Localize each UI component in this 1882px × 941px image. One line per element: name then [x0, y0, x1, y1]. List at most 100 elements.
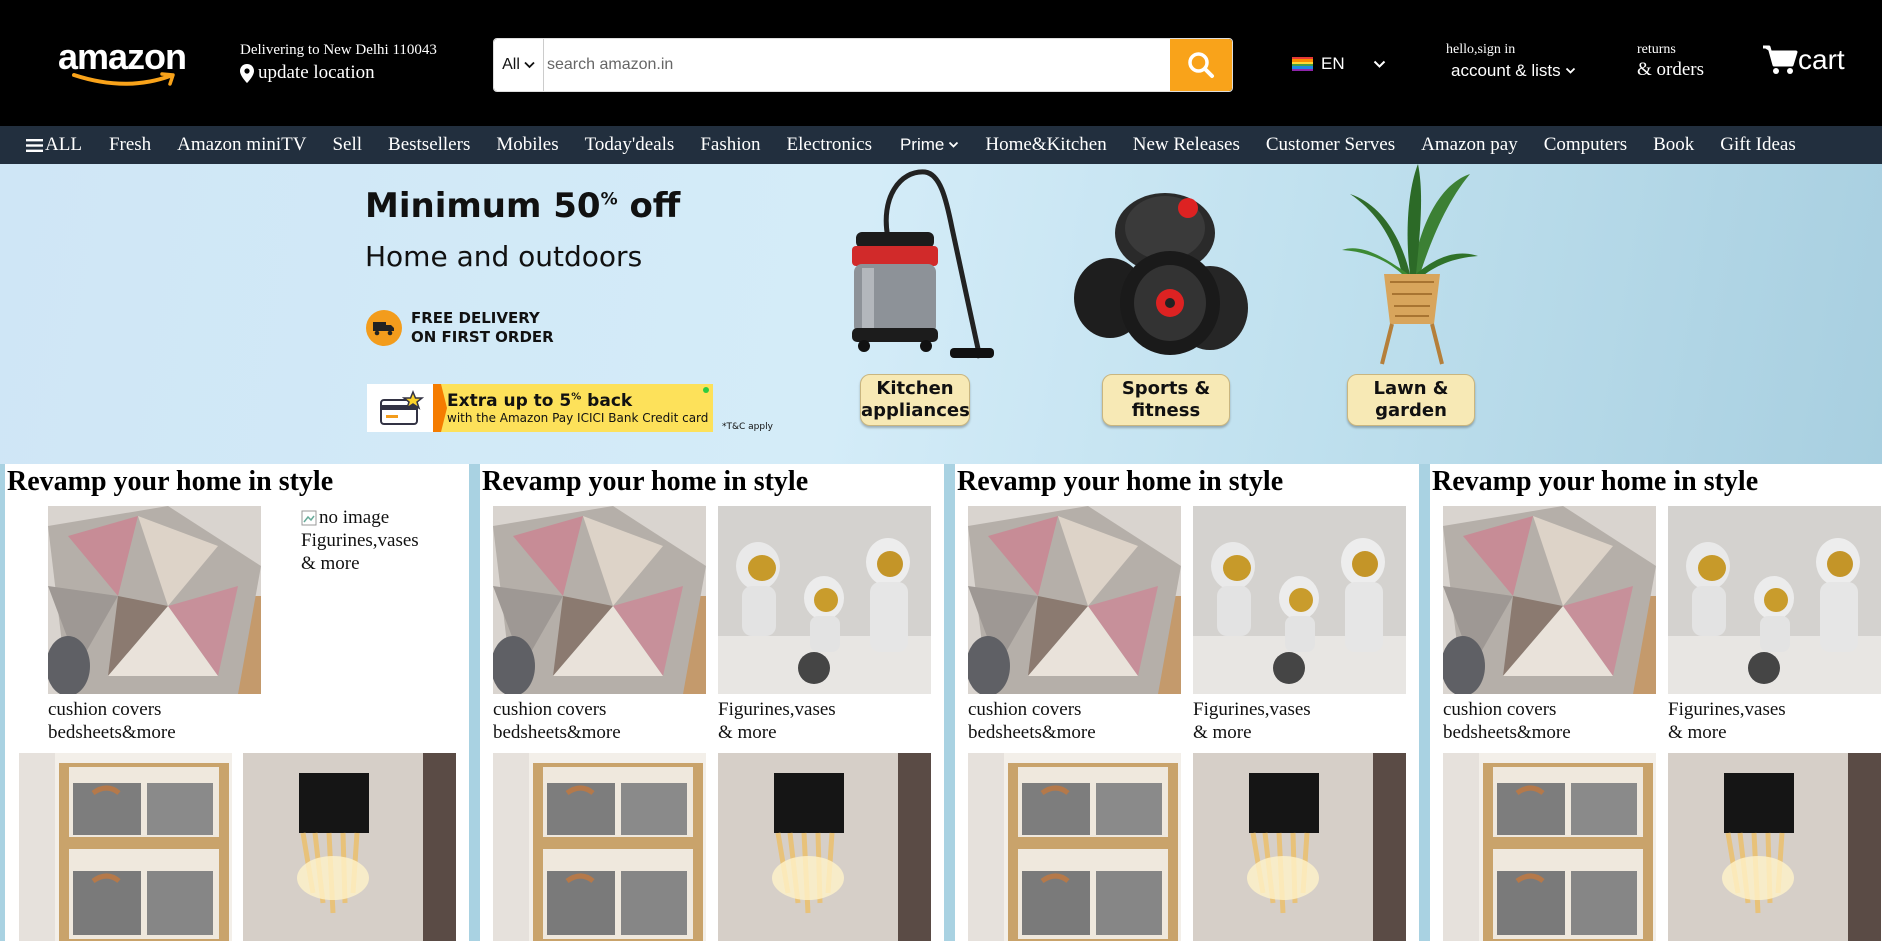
tile-label-line2: & more	[301, 553, 360, 574]
vacuum-cleaner-image	[852, 169, 994, 359]
returns-label: returns	[1637, 42, 1676, 57]
nav-item-home-kitchen[interactable]: Home&Kitchen	[985, 134, 1106, 156]
account-greeting: hello,sign in	[1446, 42, 1516, 57]
search-icon	[1188, 52, 1214, 78]
storage-shelf-image[interactable]	[19, 753, 232, 941]
nav-item-electronics[interactable]: Electronics	[787, 134, 872, 156]
tile-label[interactable]: Figurines,vases & more	[718, 698, 836, 744]
storage-shelf-image[interactable]	[968, 753, 1181, 941]
nav-item-amazon-pay[interactable]: Amazon pay	[1421, 134, 1518, 156]
deliver-to-text: Delivering to New Delhi 110043	[240, 42, 437, 58]
rug-image[interactable]	[48, 506, 261, 694]
broken-image-icon	[301, 510, 317, 525]
card-title: Revamp your home in style	[957, 466, 1284, 497]
nav-item-todays-deals[interactable]: Today'deals	[585, 134, 675, 156]
nav-item-fresh[interactable]: Fresh	[109, 134, 151, 156]
nav-bar: ALL Fresh Amazon miniTV Sell Bestsellers…	[0, 126, 1882, 164]
nav-item-prime[interactable]: Prime	[900, 135, 959, 155]
amazon-logo[interactable]: amazon	[58, 36, 188, 86]
search-input[interactable]	[544, 39, 1170, 91]
chevron-down-icon	[1373, 60, 1385, 68]
delivery-location[interactable]: Delivering to New Delhi 110043 update lo…	[240, 42, 437, 84]
credit-card-icon	[367, 384, 447, 432]
cashback-offer-banner[interactable]: Extra up to 5% back with the Amazon Pay …	[367, 384, 713, 432]
storage-shelf-image[interactable]	[493, 753, 706, 941]
chevron-down-icon	[949, 141, 959, 148]
nav-item-mobiles[interactable]: Mobiles	[496, 134, 558, 156]
terms-conditions-note: *T&C apply	[722, 422, 773, 432]
language-label: EN	[1321, 54, 1345, 73]
tile-label[interactable]: Figurines,vases & more	[1668, 698, 1786, 744]
dumbbell-image	[1074, 193, 1248, 355]
search-category-select[interactable]: All	[494, 39, 544, 91]
broken-image-placeholder[interactable]: no image Figurines,vases & more	[301, 506, 419, 575]
wall-lamp-image[interactable]	[1668, 753, 1881, 941]
account-menu[interactable]: hello,sign in account & lists	[1446, 42, 1576, 81]
account-lists-label: account & lists	[1451, 61, 1561, 80]
nav-item-fashion[interactable]: Fashion	[700, 134, 760, 156]
card-title: Revamp your home in style	[482, 466, 809, 497]
nav-item-customer-service[interactable]: Customer Serves	[1266, 134, 1395, 156]
status-dot	[703, 387, 709, 393]
card-title: Revamp your home in style	[7, 466, 334, 497]
search-button[interactable]	[1170, 39, 1232, 91]
delivery-line2: ON FIRST ORDER	[411, 328, 554, 346]
product-card: Revamp your home in style cushion covers…	[1430, 464, 1882, 941]
nav-prime-label: Prime	[899, 135, 945, 154]
flag-icon	[1292, 57, 1313, 71]
hero-banner[interactable]: Minimum 50% off Home and outdoors FREE D…	[0, 164, 1882, 464]
nav-item-sell[interactable]: Sell	[332, 134, 362, 156]
nav-item-book[interactable]: Book	[1653, 134, 1694, 156]
returns-orders-link[interactable]: returns & orders	[1637, 42, 1704, 81]
product-card: Revamp your home in style cushion covers…	[5, 464, 469, 941]
cashback-subtitle: with the Amazon Pay ICICI Bank Credit ca…	[447, 411, 709, 425]
product-card: Revamp your home in style cushion covers…	[480, 464, 944, 941]
hero-title: Minimum 50% off	[365, 186, 681, 226]
cashback-title: Extra up to 5% back	[447, 391, 633, 411]
wall-lamp-image[interactable]	[718, 753, 931, 941]
search-category-label: All	[502, 56, 520, 73]
potted-plant-image	[1342, 164, 1478, 365]
product-card: Revamp your home in style cushion covers…	[955, 464, 1419, 941]
top-header: amazon Delivering to New Delhi 110043 up…	[0, 0, 1882, 126]
free-delivery-badge: FREE DELIVERY ON FIRST ORDER	[366, 309, 554, 347]
category-kitchen-appliances[interactable]: Kitchen appliances	[860, 374, 970, 426]
broken-image-alt: no image	[319, 507, 390, 528]
astronaut-figurines-image[interactable]	[1668, 506, 1881, 694]
tile-label[interactable]: cushion covers bedsheets&more	[493, 698, 621, 744]
category-sports-fitness[interactable]: Sports & fitness	[1102, 374, 1230, 426]
delivery-line1: FREE DELIVERY	[411, 309, 540, 327]
rug-image[interactable]	[1443, 506, 1656, 694]
rug-image[interactable]	[968, 506, 1181, 694]
tile-label[interactable]: cushion covers bedsheets&more	[1443, 698, 1571, 744]
wall-lamp-image[interactable]	[243, 753, 456, 941]
tile-label[interactable]: cushion covers bedsheets&more	[968, 698, 1096, 744]
nav-item-new-releases[interactable]: New Releases	[1133, 134, 1240, 156]
tile-label[interactable]: Figurines,vases & more	[1193, 698, 1311, 744]
hamburger-icon	[26, 138, 43, 152]
wall-lamp-image[interactable]	[1193, 753, 1406, 941]
astronaut-figurines-image[interactable]	[718, 506, 931, 694]
nav-item-bestsellers[interactable]: Bestsellers	[388, 134, 470, 156]
category-lawn-garden[interactable]: Lawn & garden	[1347, 374, 1475, 426]
language-selector[interactable]: EN	[1292, 54, 1386, 74]
cart-link[interactable]: cart	[1762, 44, 1845, 76]
nav-all-label: ALL	[45, 134, 82, 155]
nav-item-gift-ideas[interactable]: Gift Ideas	[1720, 134, 1795, 156]
storage-shelf-image[interactable]	[1443, 753, 1656, 941]
tile-label[interactable]: cushion covers bedsheets&more	[48, 698, 176, 744]
nav-item-computers[interactable]: Computers	[1544, 134, 1627, 156]
location-pin-icon	[240, 63, 254, 83]
astronaut-figurines-image[interactable]	[1193, 506, 1406, 694]
truck-icon	[366, 310, 402, 346]
nav-all-menu[interactable]: ALL	[26, 134, 82, 156]
rug-image[interactable]	[493, 506, 706, 694]
update-location-label: update location	[258, 62, 375, 83]
tile-label-line1: Figurines,vases	[301, 530, 419, 551]
logo-smile-icon	[72, 72, 175, 86]
nav-item-amazon-minitv[interactable]: Amazon miniTV	[177, 134, 306, 156]
cart-label: cart	[1798, 44, 1845, 75]
chevron-down-icon	[524, 61, 535, 69]
search-bar: All	[493, 38, 1233, 92]
hero-subtitle: Home and outdoors	[365, 240, 643, 273]
